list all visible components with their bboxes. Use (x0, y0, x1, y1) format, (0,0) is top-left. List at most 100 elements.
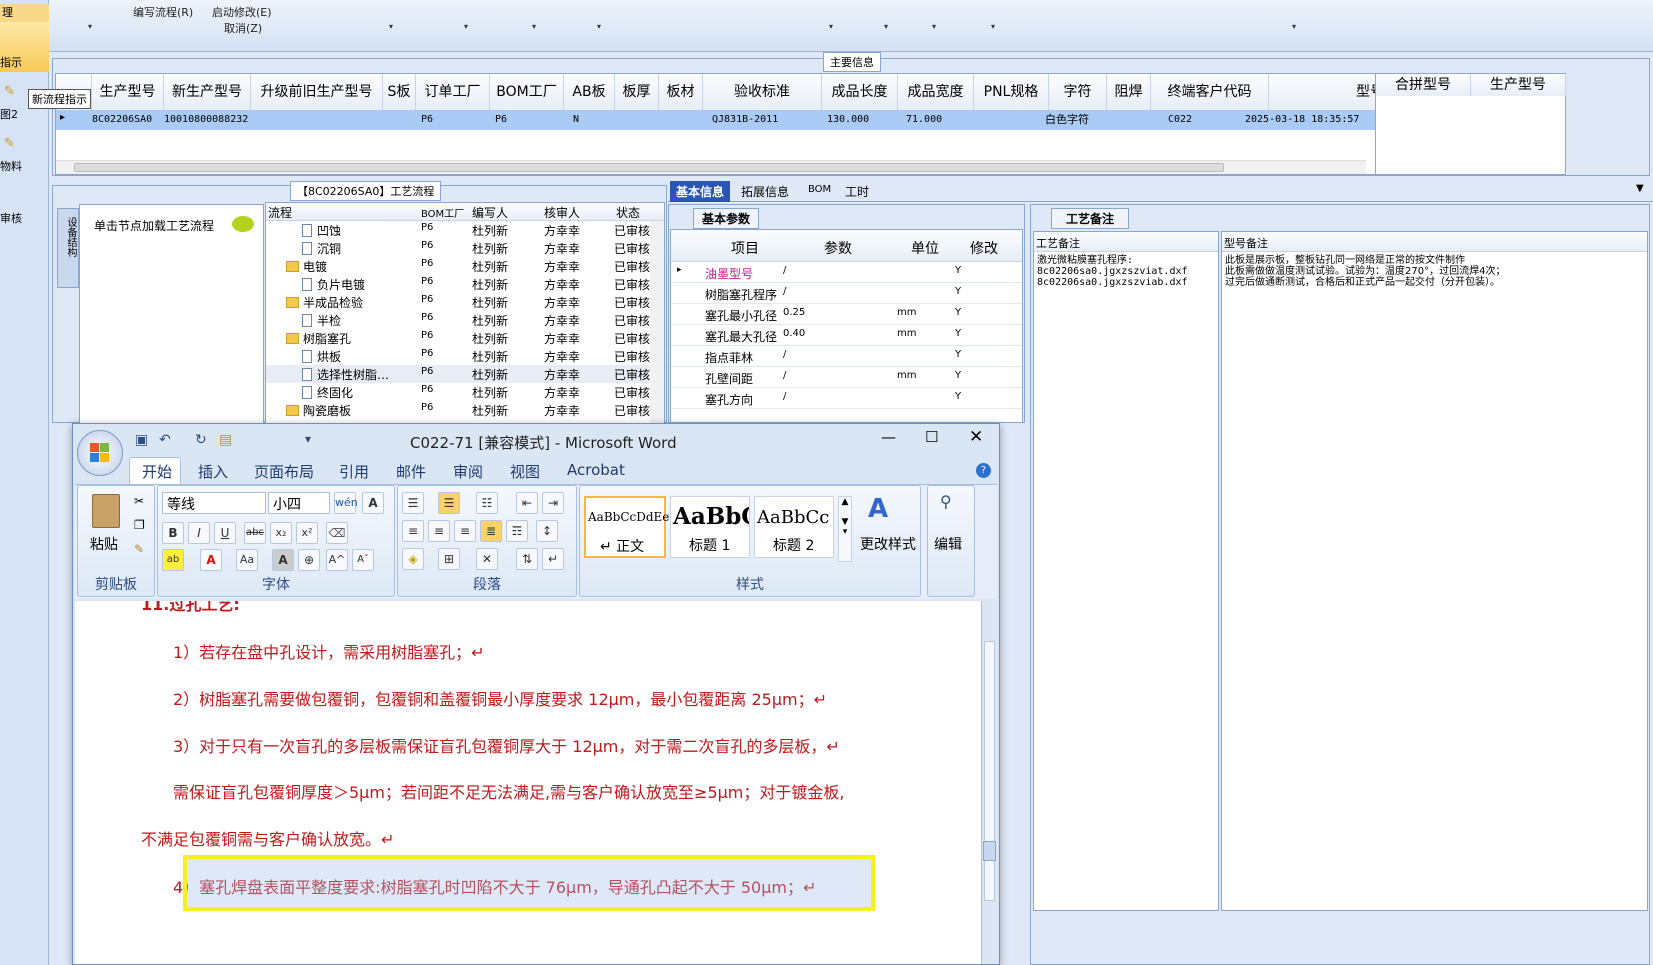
column-header[interactable]: S板 (383, 74, 416, 110)
column-header[interactable]: 合拼型号 (1376, 74, 1471, 96)
column-header[interactable]: 板厚 (615, 74, 659, 110)
paste-icon[interactable] (92, 494, 120, 528)
nav-item-review[interactable]: 审核 (0, 210, 49, 226)
justify-icon[interactable]: ≣ (480, 520, 502, 542)
decrease-indent-icon[interactable]: ⇤ (516, 492, 538, 514)
redo-icon[interactable]: ↻ (195, 432, 207, 448)
tab-basic-params[interactable]: 基本参数 (693, 208, 760, 229)
font-color-icon[interactable]: A (200, 549, 222, 571)
align-left-icon[interactable]: ≡ (402, 520, 424, 542)
align-center-icon[interactable]: ≡ (428, 520, 450, 542)
tree-row[interactable]: 烘板 P6 杜列新 方幸幸 已审核 (266, 347, 661, 365)
font-size-select[interactable]: 小四 (268, 492, 330, 514)
params-header-value[interactable]: 参数 (824, 238, 852, 258)
dropdown-arrow-icon[interactable]: ▾ (932, 22, 936, 31)
tree-header-status[interactable]: 状态 (616, 204, 640, 221)
param-row[interactable]: 树脂塞孔程序 / Y (671, 283, 1022, 304)
grow-font-icon[interactable]: A^ (326, 549, 348, 571)
style-normal[interactable]: AaBbCcDdEe ↵ 正文 (584, 496, 669, 558)
column-header[interactable]: 成品长度 (822, 74, 898, 110)
column-header[interactable]: 板材 (659, 74, 703, 110)
param-row[interactable]: 油墨型号 / Y ▸ (671, 262, 1022, 283)
change-styles-button[interactable]: 更改样式 (860, 534, 916, 554)
horizontal-scrollbar[interactable] (56, 160, 1366, 174)
increase-indent-icon[interactable]: ⇥ (542, 492, 564, 514)
column-header[interactable]: 订单工厂 (416, 74, 490, 110)
tab-references[interactable]: 引用 (339, 461, 369, 482)
start-modify-button[interactable]: 启动修改(E) (212, 4, 272, 20)
style-heading2[interactable]: AaBbCc 标题 2 (754, 496, 834, 558)
nav-item-material[interactable]: 物料 (0, 158, 49, 174)
customize-quick-access-icon[interactable]: ▾ (305, 432, 311, 446)
shrink-font-icon[interactable]: Aˇ (352, 549, 374, 571)
maximize-icon[interactable]: ☐ (925, 428, 938, 446)
close-icon[interactable]: ✕ (969, 427, 983, 447)
save-icon[interactable]: ▣ (135, 432, 148, 448)
table-row[interactable]: ▸ 8C02206SA0 10010800088232 P6 P6 N QJ83… (56, 110, 1445, 130)
vertical-scrollbar[interactable] (981, 601, 997, 964)
column-header[interactable]: 字符 (1049, 74, 1107, 110)
char-border-icon[interactable]: A (362, 492, 384, 514)
wen-icon[interactable]: wén (334, 492, 358, 514)
copy-icon[interactable]: ❐ (134, 518, 145, 532)
tree-row[interactable]: 终固化 P6 杜列新 方幸幸 已审核 (266, 383, 661, 401)
tab-mailings[interactable]: 邮件 (396, 461, 426, 482)
font-name-select[interactable]: 等线 (162, 492, 266, 514)
param-row[interactable]: 塞孔最小孔径 0.25 mm Y (671, 304, 1022, 325)
change-styles-icon[interactable]: A (868, 494, 888, 524)
scrollbar-thumb[interactable] (983, 841, 996, 861)
open-icon[interactable]: ▤ (219, 432, 232, 448)
side-tab-structure[interactable]: 设备结构 (57, 208, 79, 288)
multilevel-list-icon[interactable]: ☷ (476, 492, 498, 514)
edit-button[interactable]: 编辑 (934, 534, 962, 554)
tab-insert[interactable]: 插入 (198, 461, 228, 482)
dropdown-arrow-icon[interactable]: ▾ (991, 22, 995, 31)
tree-row[interactable]: 电镀 P6 杜列新 方幸幸 已审核 (266, 257, 661, 275)
strikethrough-icon[interactable]: abc (244, 522, 266, 544)
enclose-char-icon[interactable]: ⊕ (298, 549, 320, 571)
subscript-icon[interactable]: x₂ (270, 522, 292, 544)
tab-basic-info[interactable]: 基本信息 (670, 181, 731, 202)
tab-bom[interactable]: BOM (808, 184, 831, 195)
underline-icon[interactable]: U (214, 522, 236, 544)
tab-process-remarks[interactable]: 工艺备注 (1051, 208, 1130, 229)
model-remarks-box[interactable]: 型号备注 此板是展示板，整板钻孔同一网络是正常的按文件制作 此板需做做温度测试试验… (1221, 231, 1648, 911)
dropdown-arrow-icon[interactable]: ▾ (464, 22, 468, 31)
param-row[interactable]: 孔壁间距 / mm Y (671, 367, 1022, 388)
column-header[interactable]: BOM工厂 (490, 74, 564, 110)
chevron-down-icon[interactable]: ▼ (1636, 183, 1644, 194)
tab-layout[interactable]: 页面布局 (254, 461, 314, 482)
vertical-scrollbar[interactable] (650, 221, 664, 423)
column-header[interactable]: 升级前旧生产型号 (251, 74, 383, 110)
tab-hours[interactable]: 工时 (845, 183, 869, 200)
column-header[interactable]: 生产型号 (92, 74, 164, 110)
line-spacing-icon[interactable]: ↕ (536, 520, 558, 542)
param-row[interactable]: 指点菲林 / Y (671, 346, 1022, 367)
tab-review[interactable]: 审阅 (453, 461, 483, 482)
tree-row[interactable]: 沉铜 P6 杜列新 方幸幸 已审核 (266, 239, 661, 257)
cancel-button[interactable]: 取消(Z) (224, 20, 262, 36)
params-header-modify[interactable]: 修改 (970, 238, 998, 258)
office-button[interactable] (77, 430, 123, 476)
align-right-icon[interactable]: ≡ (454, 520, 476, 542)
minimize-icon[interactable]: — (881, 428, 896, 446)
tab-extended-info[interactable]: 拓展信息 (741, 183, 789, 200)
binoculars-icon[interactable]: ⚲ (940, 492, 952, 511)
tree-header-flow[interactable]: 流程 (268, 204, 292, 221)
distribute-icon[interactable]: ☶ (506, 520, 528, 542)
show-marks-icon[interactable]: ↵ (542, 548, 564, 570)
nav-item-manage[interactable]: 理 (0, 4, 49, 22)
tab-acrobat[interactable]: Acrobat (567, 461, 625, 479)
tree-header-writer[interactable]: 编写人 (472, 204, 508, 221)
bullets-icon[interactable]: ☰ (402, 492, 424, 514)
column-header[interactable]: 阻焊 (1107, 74, 1151, 110)
edit-flow-button[interactable]: 编写流程(R) (133, 4, 193, 20)
params-header-unit[interactable]: 单位 (911, 238, 939, 258)
column-header[interactable]: 成品宽度 (898, 74, 974, 110)
process-remarks-box[interactable]: 工艺备注 激光微粘膜塞孔程序: 8c02206sa0.jgxzszviat.dxf… (1033, 231, 1219, 911)
superscript-icon[interactable]: x² (296, 522, 318, 544)
tab-view[interactable]: 视图 (510, 461, 540, 482)
sort-icon[interactable]: ⇅ (516, 548, 538, 570)
char-shading-icon[interactable]: A (272, 549, 294, 571)
column-header[interactable]: 新生产型号 (164, 74, 251, 110)
